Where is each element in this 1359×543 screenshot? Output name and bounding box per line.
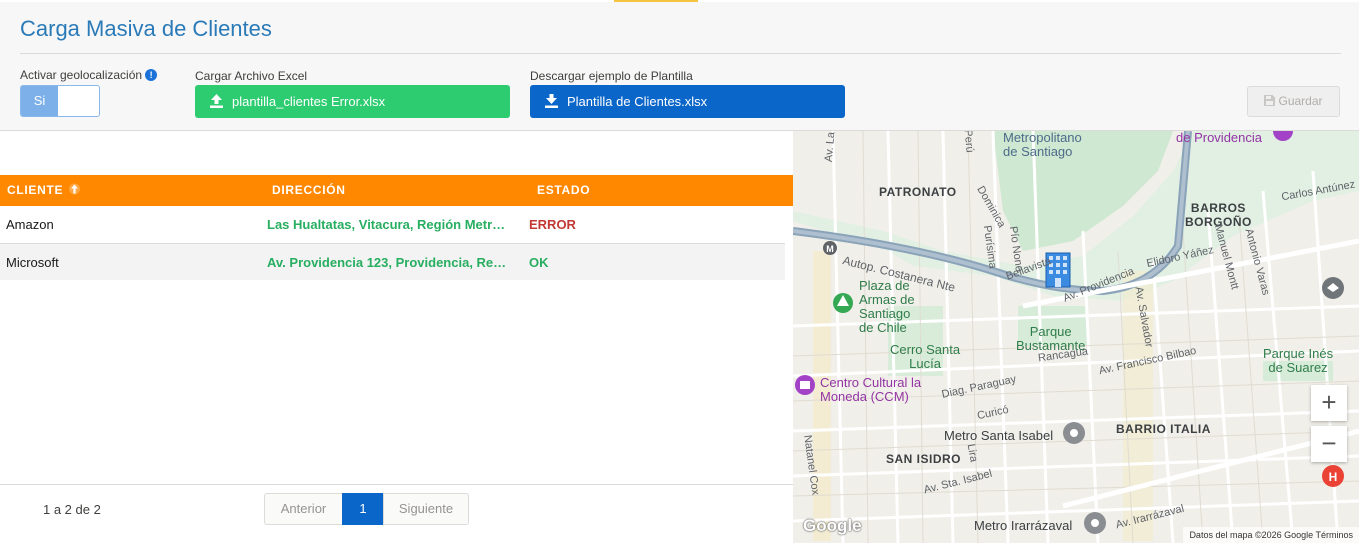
svg-text:M: M (826, 244, 834, 254)
map-label-plaza-armas: Plaza de Armas de Santiago de Chile (859, 278, 915, 335)
map-label-patronato: PATRONATO (879, 185, 957, 199)
download-template-button[interactable]: Plantilla de Clientes.xlsx (530, 85, 845, 118)
geo-toggle[interactable]: Si (20, 85, 100, 117)
table-row[interactable]: Microsoft Av. Providencia 123, Providenc… (0, 244, 785, 280)
map-label-cerro-santa-lucia: Cerro Santa Lucía (890, 342, 961, 371)
page-number-button[interactable]: 1 (342, 493, 384, 525)
template-file-name: Plantilla de Clientes.xlsx (567, 94, 708, 109)
pagination-footer: 1 a 2 de 2 Anterior 1 Siguiente (0, 484, 793, 543)
column-header-direccion[interactable]: DIRECCIÓN (272, 175, 346, 206)
zoom-out-button[interactable]: − (1311, 426, 1347, 462)
cell-estado: ERROR (529, 217, 576, 232)
map-label-metro-irarrazaval: Metro Irarrázaval (974, 518, 1073, 533)
prev-page-button[interactable]: Anterior (264, 493, 343, 525)
map-attribution[interactable]: Datos del mapa ©2026 Google Términos (1183, 527, 1359, 543)
map-label-parque-ines: Parque Inés de Suarez (1263, 346, 1334, 375)
column-header-cliente[interactable]: CLIENTE (7, 175, 81, 206)
table-row[interactable]: Amazon Las Hualtatas, Vitacura, Región M… (0, 206, 785, 244)
cell-direccion: Las Hualtatas, Vitacura, Región Metropol… (267, 217, 512, 232)
table-header: CLIENTE DIRECCIÓN ESTADO (0, 175, 793, 206)
save-button[interactable]: Guardar (1247, 86, 1340, 117)
download-icon (545, 94, 558, 108)
zoom-in-button[interactable]: + (1311, 385, 1347, 421)
column-header-estado[interactable]: ESTADO (537, 175, 590, 206)
record-count: 1 a 2 de 2 (43, 502, 101, 517)
map-label-centro-cultural: Centro Cultural la Moneda (CCM) (820, 375, 922, 404)
map-view[interactable]: H M Metropolitano de Santiago de Provide… (793, 131, 1359, 543)
arrow-up-icon (69, 183, 81, 195)
map-label-san-isidro: SAN ISIDRO (886, 452, 962, 466)
map-label-peru: Perú (961, 131, 976, 154)
template-label: Descargar ejemplo de Plantilla (530, 69, 693, 83)
info-icon[interactable]: ! (145, 69, 158, 81)
geo-label-wrap: Activar geolocalización! (20, 68, 158, 82)
column-header-cliente-label: CLIENTE (7, 183, 64, 197)
cell-estado: OK (529, 255, 549, 270)
toggle-on-label: Si (21, 86, 58, 116)
header-panel: Carga Masiva de Clientes Activar geoloca… (0, 2, 1359, 131)
google-logo: Google (803, 516, 862, 535)
map-label-metro-santa-isabel: Metro Santa Isabel (944, 428, 1054, 443)
map-label-barrio-italia: BARRIO ITALIA (1116, 422, 1211, 436)
upload-icon (210, 94, 223, 108)
svg-text:H: H (1329, 470, 1338, 484)
toggle-knob (59, 87, 98, 115)
map-label-de-providencia: de Providencia (1176, 131, 1262, 145)
geo-label: Activar geolocalización (20, 68, 143, 82)
upload-file-button[interactable]: plantilla_clientes Error.xlsx (195, 85, 510, 118)
next-page-button[interactable]: Siguiente (383, 493, 469, 525)
cell-cliente: Amazon (6, 217, 54, 232)
upload-label: Cargar Archivo Excel (195, 69, 308, 83)
title-divider (20, 53, 1341, 54)
floppy-icon (1264, 95, 1276, 106)
save-label: Guardar (1278, 94, 1323, 108)
page-title: Carga Masiva de Clientes (20, 16, 272, 41)
cell-cliente: Microsoft (6, 255, 59, 270)
cell-direccion: Av. Providencia 123, Providencia, Región… (267, 255, 512, 270)
map-label-metro-top: Metropolitano de Santiago (1003, 131, 1082, 159)
upload-file-name: plantilla_clientes Error.xlsx (232, 94, 386, 109)
